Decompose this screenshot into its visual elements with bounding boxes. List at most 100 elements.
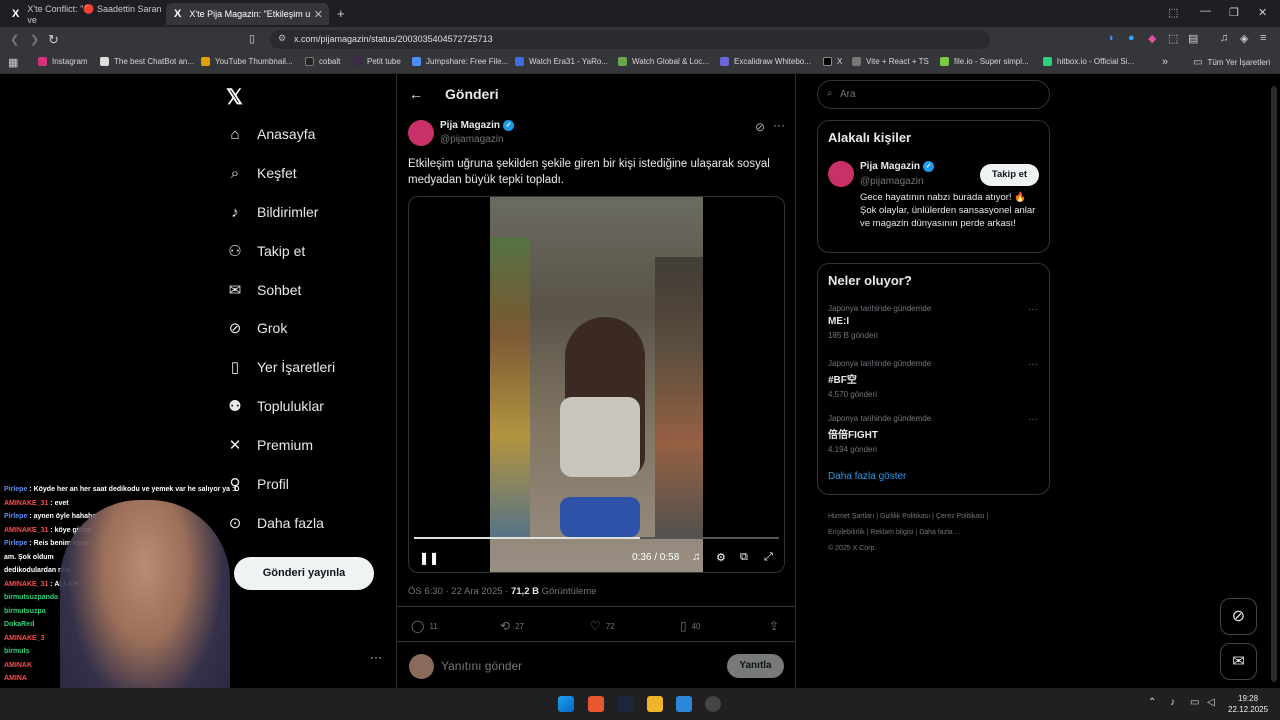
clock[interactable]: 19:28 22.12.2025	[1228, 693, 1268, 715]
fullscreen-icon[interactable]: ⤢	[764, 551, 773, 564]
repost-action[interactable]: ⟲ 27	[500, 619, 524, 633]
microphone-icon[interactable]: ♪	[1170, 697, 1175, 708]
brave-browser-icon[interactable]	[588, 696, 604, 712]
related-handle[interactable]: @pijamagazin	[860, 176, 924, 187]
back-arrow-icon[interactable]: ←	[409, 86, 423, 102]
bookmark-item[interactable]: file.io - Super simpl...	[940, 57, 1029, 66]
bookmark-item[interactable]: YouTube Thumbnail...	[201, 57, 293, 66]
sidebar-icon[interactable]: ▤	[1188, 32, 1198, 45]
browser-tab-active[interactable]: X X'te Pija Magazin: "Etkileşim u ✕	[166, 3, 329, 25]
bookmark-item[interactable]: Instagram	[38, 57, 88, 66]
scrollbar[interactable]	[1271, 86, 1277, 682]
more-options-icon[interactable]: ···	[773, 118, 785, 132]
footer-link[interactable]: Erişilebilirlik	[828, 529, 865, 536]
trend-item[interactable]: Japonya tarihinde gündemde ME:I 185 B gö…	[828, 304, 1038, 340]
vpn-icon[interactable]: ◈	[1240, 32, 1248, 45]
trend-item[interactable]: Japonya tarihinde gündemde 倍倍FIGHT 4.194…	[828, 414, 1038, 454]
footer-link[interactable]: Gizlilik Politikası	[880, 513, 930, 520]
video-progress-track[interactable]	[414, 537, 779, 539]
nav-premium[interactable]: ✕ Premium	[226, 434, 313, 456]
footer-link[interactable]: Reklam bilgisi	[870, 529, 913, 536]
nav-follow[interactable]: ⚇ Takip et	[226, 240, 305, 262]
footer-link[interactable]: Daha fazla ...	[919, 529, 960, 536]
author-name[interactable]: Pija Magazin ✓	[440, 120, 515, 131]
bookmark-item[interactable]: cobalt	[305, 57, 340, 66]
bookmark-item[interactable]: Watch Era31 - YaRo...	[515, 57, 608, 66]
apps-grid-icon[interactable]: ▦	[8, 56, 18, 69]
extension-icon[interactable]: ◆	[1148, 32, 1156, 45]
nav-grok[interactable]: ⊘ Grok	[226, 317, 288, 339]
messages-float-icon[interactable]: ✉	[1220, 643, 1257, 680]
pause-icon[interactable]: ❚❚	[419, 551, 439, 565]
trend-more-icon[interactable]: ···	[1028, 414, 1038, 425]
music-icon[interactable]: ♫	[1220, 32, 1228, 44]
settings-icon[interactable]: ⚙	[716, 551, 726, 564]
trend-item[interactable]: Japonya tarihinde gündemde #BF空 4.570 gö…	[828, 359, 1038, 399]
maximize-icon[interactable]: ❐	[1229, 6, 1239, 19]
bookmark-item[interactable]: hitbox.io - Official Si...	[1043, 57, 1134, 66]
reply-input[interactable]: Yanıtını gönder	[441, 659, 522, 673]
search-input[interactable]: ⌕ Ara	[817, 80, 1050, 109]
footer-link[interactable]: Hizmet Şartları	[828, 513, 874, 520]
grok-float-icon[interactable]: ⊘	[1220, 598, 1257, 635]
forward-icon[interactable]: ❯	[30, 33, 39, 46]
new-tab-icon[interactable]: +	[337, 6, 345, 21]
bookmark-page-icon[interactable]: ▯	[249, 32, 255, 45]
avatar[interactable]	[408, 120, 434, 146]
bookmark-item[interactable]: Vite + React + TS	[852, 57, 929, 66]
nav-communities[interactable]: ⚉ Topluluklar	[226, 395, 324, 417]
start-icon[interactable]	[558, 696, 574, 712]
bookmark-item[interactable]: The best ChatBot an...	[100, 57, 194, 66]
file-explorer-icon[interactable]	[647, 696, 663, 712]
grok-icon[interactable]: ⊘	[755, 120, 765, 134]
bookmark-item[interactable]: Excalidraw Whitebo...	[720, 57, 811, 66]
steam-icon[interactable]	[617, 696, 633, 712]
app-icon[interactable]	[676, 696, 692, 712]
close-tab-icon[interactable]: ✕	[314, 8, 323, 21]
bookmark-item[interactable]: X	[823, 57, 842, 66]
tray-chevron-icon[interactable]: ⌃	[1148, 697, 1156, 708]
like-action[interactable]: ♡ 72	[590, 619, 615, 633]
account-more-icon[interactable]: ···	[370, 650, 382, 664]
minimize-icon[interactable]: —	[1200, 5, 1211, 17]
url-bar[interactable]: ⚙ x.com/pijamagazin/status/2003035404572…	[270, 30, 990, 49]
show-more-link[interactable]: Daha fazla göster	[828, 471, 906, 482]
nav-notifications[interactable]: ♪ Bildirimler	[226, 201, 318, 223]
back-icon[interactable]: ❮	[10, 33, 19, 46]
pip-icon[interactable]: ⧉	[740, 551, 748, 564]
volume-icon[interactable]: ◁	[1207, 697, 1215, 708]
footer-link[interactable]: Çerez Politikası	[936, 513, 985, 520]
trend-more-icon[interactable]: ···	[1028, 359, 1038, 370]
nav-home[interactable]: ⌂ Anasayfa	[226, 123, 315, 145]
all-bookmarks[interactable]: ▭ Tüm Yer İşaretleri	[1193, 57, 1270, 68]
extension-icon[interactable]: ⬚	[1168, 32, 1178, 45]
nav-bookmarks[interactable]: ▯ Yer İşaretleri	[226, 356, 335, 378]
reload-icon[interactable]: ↻	[48, 32, 59, 48]
obs-icon[interactable]	[705, 696, 721, 712]
author-handle[interactable]: @pijamagazin	[440, 134, 504, 145]
more-bookmarks-icon[interactable]: »	[1162, 56, 1168, 68]
browser-tab[interactable]: X X'te Conflict: "🔴 Saadettin Saran ve	[4, 3, 164, 25]
extension-icon[interactable]: ●	[1128, 32, 1135, 44]
reply-action[interactable]: ◯ 11	[411, 619, 438, 633]
nav-explore[interactable]: ⌕ Keşfet	[226, 162, 297, 184]
menu-icon[interactable]: ≡	[1260, 32, 1266, 44]
bookmark-item[interactable]: Jumpshare: Free File...	[412, 57, 508, 66]
close-window-icon[interactable]: ✕	[1258, 6, 1267, 19]
trend-more-icon[interactable]: ···	[1028, 304, 1038, 315]
share-action[interactable]: ⇪	[769, 619, 784, 633]
related-avatar[interactable]	[828, 161, 854, 187]
bookmark-item[interactable]: Petit tube	[353, 57, 401, 66]
nav-chat[interactable]: ✉ Sohbet	[226, 279, 302, 301]
site-settings-icon[interactable]: ⚙	[278, 33, 286, 44]
volume-icon[interactable]: ♫	[692, 551, 700, 563]
reply-button[interactable]: Yanıtla	[727, 654, 784, 678]
translate-icon[interactable]: ◗	[1108, 32, 1115, 44]
related-name[interactable]: Pija Magazin ✓	[860, 161, 935, 172]
x-logo-icon[interactable]: 𝕏	[226, 85, 243, 110]
extensions-icon[interactable]: ⬚	[1168, 6, 1178, 19]
video-player[interactable]: ❚❚ 0:36 / 0:58 ♫ ⚙ ⧉ ⤢	[408, 196, 785, 573]
follow-button[interactable]: Takip et	[980, 164, 1039, 186]
network-icon[interactable]: ▭	[1190, 697, 1199, 708]
bookmark-item[interactable]: Watch Global & Loc...	[618, 57, 709, 66]
